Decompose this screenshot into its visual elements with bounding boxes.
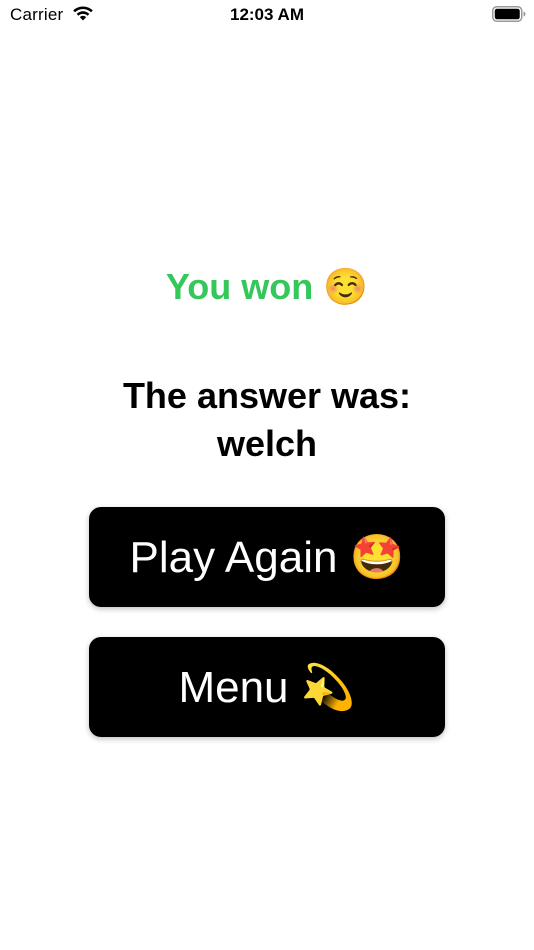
answer-word: welch xyxy=(216,423,318,464)
answer-block: The answer was: welch xyxy=(0,372,534,468)
clock: 12:03 AM xyxy=(229,5,304,24)
battery-icon xyxy=(492,6,526,22)
answer-label: The answer was: xyxy=(122,375,412,416)
play-again-button[interactable]: Play Again 🤩 xyxy=(89,507,445,607)
status-bar: Carrier 12:03 AM xyxy=(0,0,534,30)
menu-button[interactable]: Menu 💫 xyxy=(89,637,445,737)
result-title: You won ☺️ xyxy=(165,266,369,307)
